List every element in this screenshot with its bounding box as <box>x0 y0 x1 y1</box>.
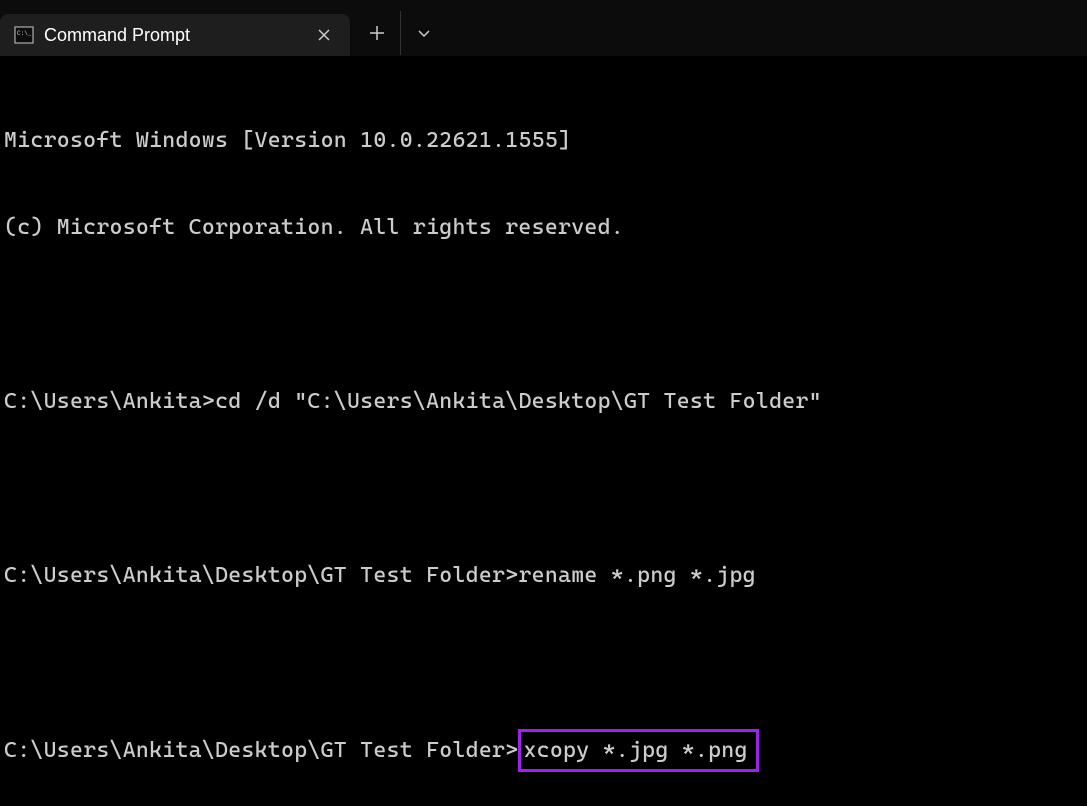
copyright-line: (c) Microsoft Corporation. All rights re… <box>4 213 1083 242</box>
svg-text:C:\_: C:\_ <box>17 30 32 37</box>
title-bar: C:\_ Command Prompt <box>0 0 1087 56</box>
command-line-3: C:\Users\Ankita\Desktop\GT Test Folder>x… <box>4 736 1083 765</box>
blank-line <box>4 474 1083 503</box>
tab-dropdown-button[interactable] <box>400 11 446 55</box>
highlighted-command: xcopy *.jpg *.png <box>518 729 758 772</box>
version-line: Microsoft Windows [Version 10.0.22621.15… <box>4 126 1083 155</box>
prompt-2: C:\Users\Ankita\Desktop\GT Test Folder> <box>4 561 518 590</box>
command-1: cd /d "C:\Users\Ankita\Desktop\GT Test F… <box>215 387 822 416</box>
new-tab-button[interactable] <box>354 11 400 55</box>
command-line-1: C:\Users\Ankita>cd /d "C:\Users\Ankita\D… <box>4 387 1083 416</box>
terminal-output[interactable]: Microsoft Windows [Version 10.0.22621.15… <box>0 56 1087 806</box>
command-2: rename *.png *.jpg <box>518 561 755 590</box>
tab-command-prompt[interactable]: C:\_ Command Prompt <box>0 14 350 56</box>
blank-line <box>4 300 1083 329</box>
prompt-3: C:\Users\Ankita\Desktop\GT Test Folder> <box>4 736 518 765</box>
tab-title: Command Prompt <box>44 25 302 46</box>
prompt-1: C:\Users\Ankita> <box>4 387 215 416</box>
blank-line <box>4 649 1083 678</box>
cmd-icon: C:\_ <box>14 25 34 45</box>
command-line-2: C:\Users\Ankita\Desktop\GT Test Folder>r… <box>4 561 1083 590</box>
close-tab-button[interactable] <box>310 21 338 49</box>
